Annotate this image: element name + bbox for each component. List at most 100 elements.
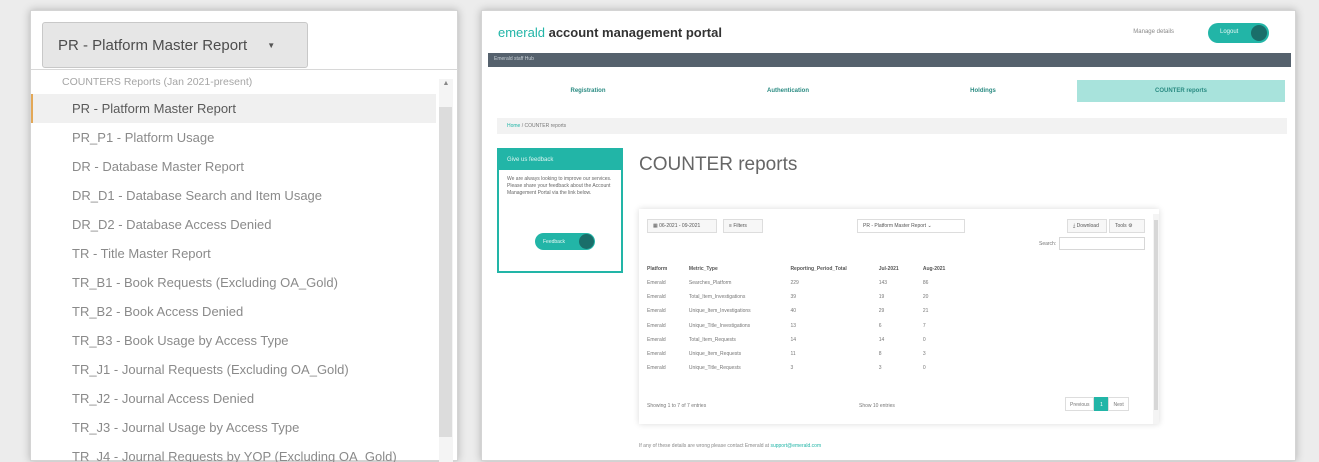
table-cell: 13 <box>790 322 796 329</box>
dropdown-option[interactable]: TR_B1 - Book Requests (Excluding OA_Gold… <box>31 268 436 297</box>
column-header[interactable]: Jul-2021 <box>879 261 923 276</box>
logout-button[interactable]: Logout <box>1208 23 1269 43</box>
feedback-header: Give us feedback <box>499 150 621 170</box>
table-header-row: Platform Metric_Type Reporting_Period_To… <box>647 261 967 276</box>
report-card-scroll-thumb[interactable] <box>1154 220 1158 410</box>
dropdown-option[interactable]: TR_J1 - Journal Requests (Excluding OA_G… <box>31 355 436 384</box>
table-cell: 0 <box>922 336 926 343</box>
dropdown-option[interactable]: PR_P1 - Platform Usage <box>31 123 436 152</box>
table-cell: 7 <box>922 322 926 329</box>
table-cell: 14 <box>790 336 796 343</box>
table-cell: Unique_Item_Investigations <box>688 308 751 315</box>
table-row: Emerald Total_Item_Requests 14 14 0 <box>647 333 967 347</box>
table-cell: Total_Item_Investigations <box>688 294 746 301</box>
user-bar-text: Emerald staff Hub <box>494 56 534 62</box>
breadcrumb-current: / COUNTER reports <box>521 123 567 129</box>
dropdown-option[interactable]: DR_D2 - Database Access Denied <box>31 210 436 239</box>
manage-details-link[interactable]: Manage details <box>1133 29 1174 35</box>
nav-registration[interactable]: Registration <box>488 80 688 102</box>
entries-per-page-select[interactable]: Show 10 entries <box>859 403 895 409</box>
portal-header: emerald account management portal Manage… <box>482 11 1295 53</box>
search-input[interactable] <box>1059 237 1145 250</box>
report-dropdown-list: COUNTERS Reports (Jan 2021-present) PR -… <box>31 69 458 462</box>
column-header[interactable]: Aug-2021 <box>923 261 967 276</box>
column-header[interactable]: Platform <box>647 261 689 276</box>
table-row: Emerald Unique_Item_Investigations 40 29… <box>647 304 967 318</box>
breadcrumb-home[interactable]: Home <box>507 123 520 129</box>
table-cell: 3 <box>790 365 794 372</box>
brand[interactable]: emerald account management portal <box>498 25 722 40</box>
dropdown-group-header: COUNTERS Reports (Jan 2021-present) <box>62 76 253 88</box>
feedback-button[interactable]: Feedback <box>535 233 595 250</box>
filters-button[interactable]: ≡ Filters <box>723 219 763 233</box>
chevron-down-icon: ⌄ <box>927 223 932 229</box>
date-range-button[interactable]: ▦ 06-2021 - 09-2021 <box>647 219 717 233</box>
table-cell: 21 <box>922 308 929 315</box>
report-card-scrollbar[interactable] <box>1153 214 1159 424</box>
table-cell: 19 <box>878 294 885 301</box>
gear-icon: ⚙ <box>1128 223 1133 229</box>
table-cell: Searches_Platform <box>688 280 732 287</box>
table-cell: 20 <box>922 294 929 301</box>
table-cell: Emerald <box>647 294 666 301</box>
feedback-body: We are always looking to improve our ser… <box>507 176 612 196</box>
date-range-label: 06-2021 - 09-2021 <box>659 223 701 229</box>
nav-counter-reports[interactable]: COUNTER reports <box>1077 80 1285 102</box>
arrow-right-icon <box>579 234 594 249</box>
dropdown-option[interactable]: DR_D1 - Database Search and Item Usage <box>31 181 436 210</box>
tools-button[interactable]: Tools ⚙ <box>1109 219 1145 233</box>
table-cell: 11 <box>790 351 796 358</box>
table-row: Emerald Unique_Title_Requests 3 3 0 <box>647 361 967 375</box>
table-cell: Emerald <box>647 351 666 358</box>
support-email-link[interactable]: support@emerald.com <box>770 443 821 449</box>
report-select-label: PR - Platform Master Report <box>58 36 248 54</box>
report-dropdown-panel: PR - Platform Master Report ▼ COUNTERS R… <box>30 10 458 462</box>
table-cell: Emerald <box>647 322 666 329</box>
dropdown-option[interactable]: PR - Platform Master Report <box>31 94 436 123</box>
tools-label: Tools <box>1115 223 1127 229</box>
table-cell: Emerald <box>647 308 666 315</box>
download-button[interactable]: ⤓ Download <box>1067 219 1107 233</box>
table-cell: Unique_Item_Requests <box>688 351 742 358</box>
table-cell: Emerald <box>647 280 666 287</box>
table-cell: 39 <box>790 294 796 301</box>
search-label: Search: <box>1039 241 1057 247</box>
scroll-up-icon[interactable]: ▲ <box>439 80 453 94</box>
pagination-next[interactable]: Next <box>1108 397 1129 411</box>
pagination: Previous 1 Next <box>1065 397 1129 411</box>
pagination-page[interactable]: 1 <box>1094 397 1109 411</box>
table-cell: 3 <box>922 351 926 358</box>
table-cell: 0 <box>922 365 926 372</box>
table-row: Emerald Total_Item_Investigations 39 19 … <box>647 290 967 304</box>
report-type-select[interactable]: PR - Platform Master Report ⌄ <box>857 219 965 233</box>
table-cell: 3 <box>878 365 882 372</box>
arrow-right-icon <box>1251 25 1267 41</box>
report-table: Platform Metric_Type Reporting_Period_To… <box>647 261 967 375</box>
dropdown-option[interactable]: TR_B3 - Book Usage by Access Type <box>31 326 436 355</box>
portal-window: emerald account management portal Manage… <box>481 10 1296 461</box>
dropdown-option[interactable]: TR_J3 - Journal Usage by Access Type <box>31 413 436 442</box>
nav-holdings[interactable]: Holdings <box>888 80 1078 102</box>
feedback-button-label: Feedback <box>543 239 565 245</box>
dropdown-option[interactable]: TR_J2 - Journal Access Denied <box>31 384 436 413</box>
feedback-box: Give us feedback We are always looking t… <box>497 148 623 273</box>
page-title: COUNTER reports <box>639 154 798 175</box>
column-header[interactable]: Metric_Type <box>689 261 791 276</box>
table-cell: Emerald <box>647 365 666 372</box>
footer-text: If any of these details are wrong please… <box>639 443 770 449</box>
table-cell: Emerald <box>647 336 666 343</box>
filters-label: Filters <box>733 223 747 229</box>
dropdown-option[interactable]: TR_B2 - Book Access Denied <box>31 297 436 326</box>
table-cell: 229 <box>790 280 799 287</box>
table-row: Emerald Searches_Platform 229 143 86 <box>647 276 967 290</box>
dropdown-option[interactable]: TR - Title Master Report <box>31 239 436 268</box>
column-header[interactable]: Reporting_Period_Total <box>790 261 878 276</box>
dropdown-option[interactable]: TR_J4 - Journal Requests by YOP (Excludi… <box>31 442 436 462</box>
report-select-button[interactable]: PR - Platform Master Report ▼ <box>42 22 308 68</box>
nav-authentication[interactable]: Authentication <box>688 80 888 102</box>
dropdown-option[interactable]: DR - Database Master Report <box>31 152 436 181</box>
breadcrumb: Home / COUNTER reports <box>497 118 1287 134</box>
dropdown-scroll-thumb[interactable] <box>439 107 452 437</box>
pagination-previous[interactable]: Previous <box>1065 397 1095 411</box>
table-cell: 29 <box>878 308 885 315</box>
